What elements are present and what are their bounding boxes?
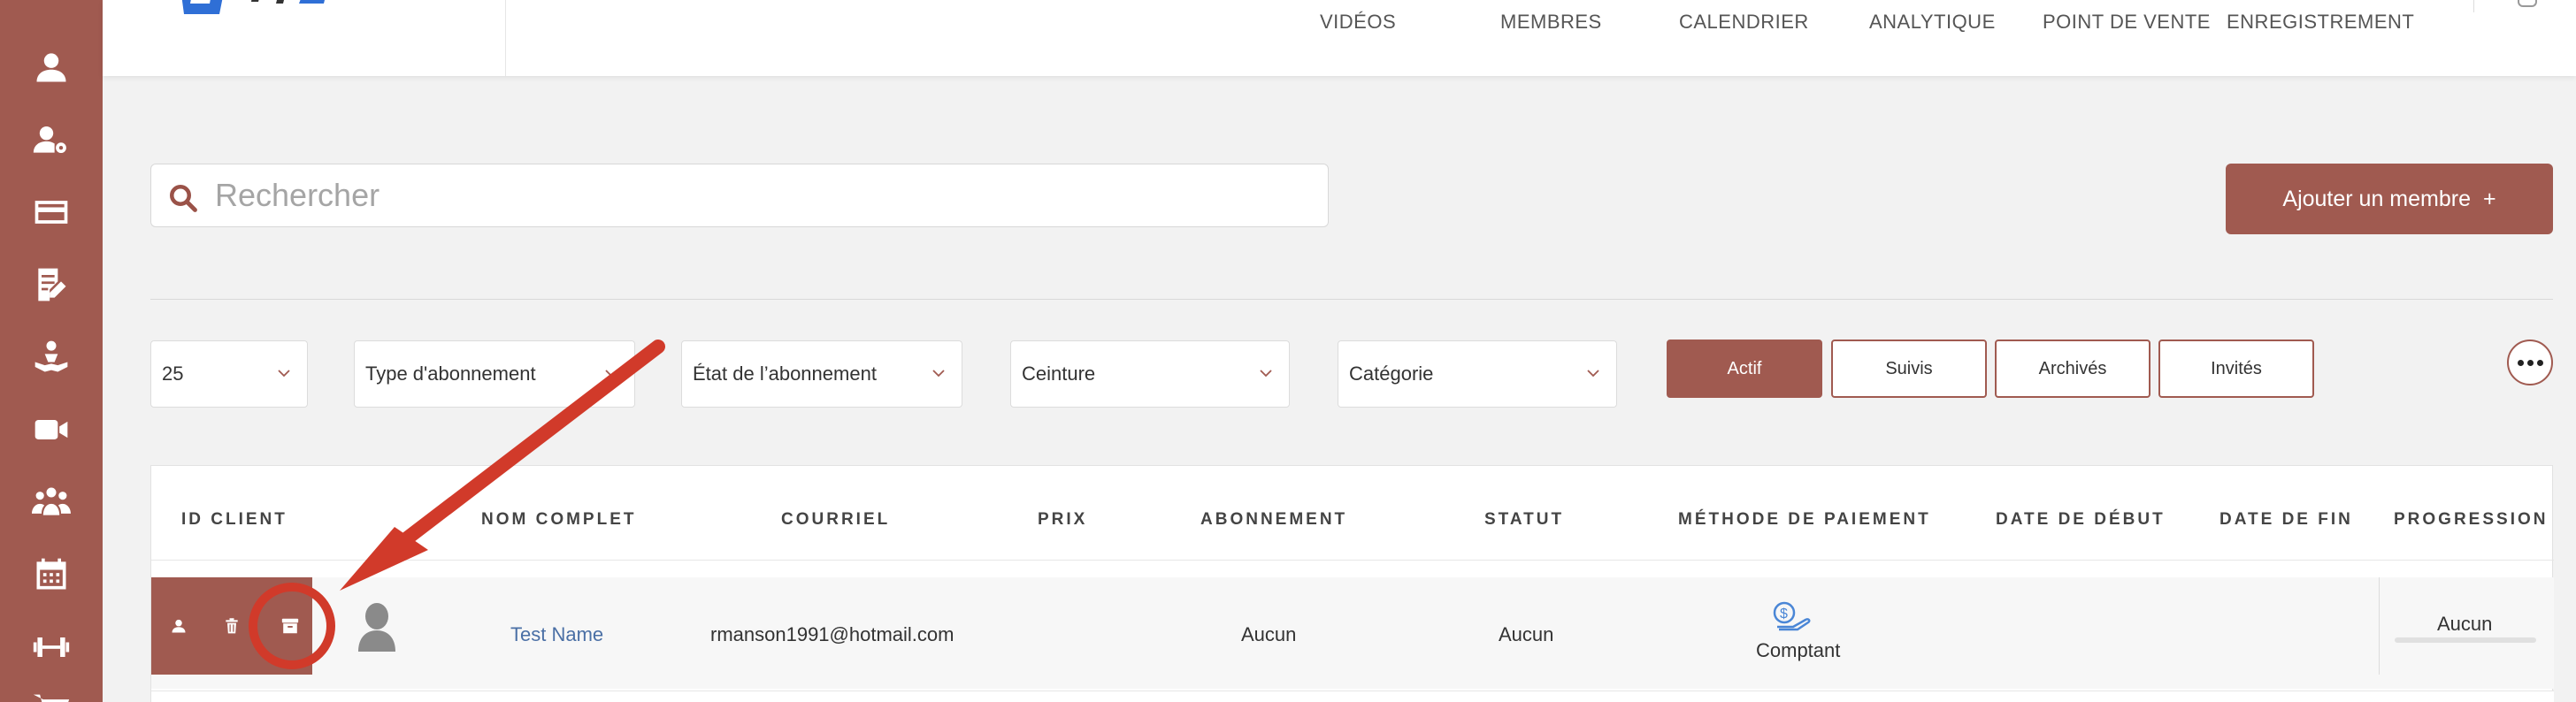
col-prix[interactable]: PRIX [1038,510,1087,530]
archive-icon[interactable] [277,613,303,639]
dot [2517,359,2524,366]
nav-calendrier[interactable]: CALENDRIER [1679,11,1809,34]
category-select[interactable]: Catégorie [1338,340,1617,408]
col-date-debut[interactable]: DATE DE DÉBUT [1996,510,2166,530]
plus-icon: + [2483,186,2496,211]
belt-select[interactable]: Ceinture [1010,340,1290,408]
nav-membres[interactable]: MEMBRES [1500,11,1602,34]
search-box [150,164,1329,227]
tab-actif[interactable]: Actif [1667,340,1822,398]
col-courriel[interactable]: COURRIEL [781,510,890,530]
search-input[interactable] [215,173,1294,217]
dot [2536,359,2543,366]
avatar [358,603,395,652]
nav-analytique[interactable]: ANALYTIQUE [1869,11,1996,34]
view-profile-icon[interactable] [165,613,192,639]
chevron-down-icon [932,370,945,378]
col-nom-complet[interactable]: NOM COMPLET [481,510,637,530]
subscription-state-select[interactable]: État de l’abonnement [681,340,962,408]
training-icon[interactable] [28,334,74,380]
top-header: VIDÉOS MEMBRES CALENDRIER ANALYTIQUE POI… [103,0,2576,76]
member-name-link[interactable]: Test Name [510,623,603,646]
add-member-button[interactable]: Ajouter un membre + [2226,164,2553,234]
video-camera-icon[interactable] [28,407,74,453]
nav-enregistrement[interactable]: ENREGISTREMENT [2227,11,2414,34]
header-divider [2473,0,2474,12]
tab-invites[interactable]: Invités [2158,340,2314,398]
edit-document-icon[interactable] [28,262,74,308]
tab-archives[interactable]: Archivés [1995,340,2150,398]
col-progression[interactable]: PROGRESSION [2394,510,2548,530]
user-icon[interactable] [28,44,74,90]
col-id-client[interactable]: ID CLIENT [181,510,288,530]
cart-icon[interactable] [28,688,74,702]
dot [2526,359,2534,366]
header-cart-icon[interactable] [2518,0,2537,7]
col-abonnement[interactable]: ABONNEMENT [1200,510,1347,530]
col-methode-paiement[interactable]: MÉTHODE DE PAIEMENT [1678,510,1931,530]
calendar-icon[interactable] [28,552,74,598]
member-progression: Aucun [2437,613,2493,635]
tab-suivis[interactable]: Suivis [1831,340,1987,398]
col-statut[interactable]: STATUT [1484,510,1564,530]
delete-icon[interactable] [218,613,245,639]
member-status: Aucun [1499,623,1554,645]
nav-videos[interactable]: VIDÉOS [1320,11,1396,34]
dumbbell-icon[interactable] [28,624,74,670]
chevron-down-icon [1587,370,1599,378]
row-actions [151,577,312,675]
members-table: ID CLIENT NOM COMPLET COURRIEL PRIX ABON… [150,465,2554,702]
member-subscription: Aucun [1241,623,1297,645]
progression-divider [2379,577,2380,675]
chevron-down-icon [278,370,290,378]
belt-value: Ceinture [1022,362,1096,385]
search-icon [170,185,197,212]
table-row[interactable]: Test Name rmanson1991@hotmail.com Aucun … [151,577,2554,689]
divider [150,299,2553,300]
page-size-select[interactable]: 25 [150,340,308,408]
user-settings-icon[interactable] [28,117,74,163]
add-member-label: Ajouter un membre [2282,186,2471,211]
header-separator [151,560,2554,561]
subscription-type-value: Type d'abonnement [365,362,536,385]
chevron-down-icon [1260,370,1272,378]
progress-bar [2395,637,2536,643]
chevron-down-icon [605,370,617,378]
subscription-state-value: État de l’abonnement [693,362,877,385]
logo[interactable] [103,0,506,76]
sidebar [0,0,103,702]
more-options-button[interactable] [2507,340,2553,385]
nav-point-de-vente[interactable]: POINT DE VENTE [2043,11,2211,34]
subscription-type-select[interactable]: Type d'abonnement [354,340,635,408]
next-row-stub [151,691,2554,702]
payment-method-label: Comptant [1756,639,1841,661]
col-date-fin[interactable]: DATE DE FIN [2220,510,2353,530]
member-email: rmanson1991@hotmail.com [710,623,954,645]
page-size-value: 25 [162,362,184,385]
credit-card-icon[interactable] [28,189,74,235]
brand-logo-icon [181,0,325,14]
cash-payment-icon: $ [1773,601,1811,631]
group-icon[interactable] [28,479,74,525]
category-value: Catégorie [1349,362,1434,385]
svg-text:$: $ [1780,607,1788,622]
